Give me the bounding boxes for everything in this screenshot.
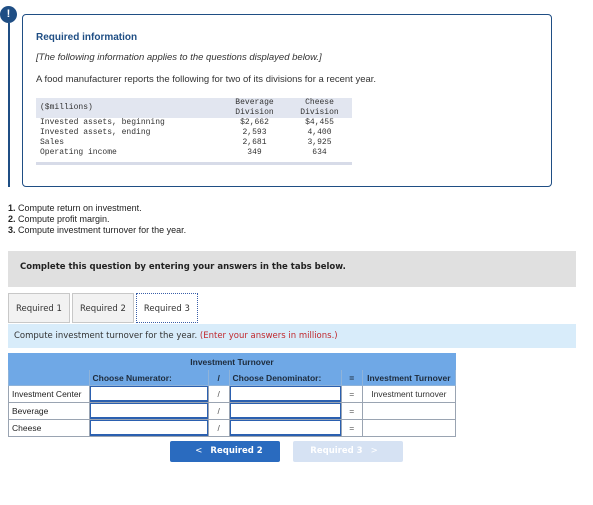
cheese-header-line1: Cheese <box>305 98 334 107</box>
turnover-header-row: Choose Numerator: / Choose Denominator: … <box>8 369 457 386</box>
row-label: Invested assets, ending <box>36 128 223 138</box>
result-header: Investment Turnover <box>361 369 457 386</box>
beverage-header-line2: Division <box>235 108 274 117</box>
info-text: A food manufacturer reports the followin… <box>36 74 377 85</box>
denominator-header: Choose Denominator: <box>228 369 342 386</box>
denominator-input[interactable] <box>229 420 341 436</box>
cheese-value: $4,455 <box>287 118 352 128</box>
question-list: 1. Compute return on investment. 2. Comp… <box>8 203 186 236</box>
result-label: Investment turnover <box>361 385 457 403</box>
turnover-row: Beverage / = <box>8 402 457 420</box>
beverage-value: $2,662 <box>222 118 287 128</box>
denominator-cell <box>228 419 342 437</box>
question-prompt: Compute investment turnover for the year… <box>8 324 576 348</box>
beverage-value: 2,593 <box>222 128 287 138</box>
row-label: Cheese <box>8 419 90 437</box>
turnover-row: Investment Center / = Investment turnove… <box>8 385 457 403</box>
info-title: Required information <box>36 32 138 43</box>
cheese-value: 3,925 <box>287 138 352 148</box>
previous-required-button[interactable]: < Required 2 <box>170 441 280 462</box>
row-label: Beverage <box>8 402 90 420</box>
tab-required-2[interactable]: Required 2 <box>71 293 134 323</box>
next-required-button[interactable]: Required 3 > <box>293 441 403 462</box>
numerator-input[interactable] <box>89 420 208 436</box>
instructions-bar: Complete this question by entering your … <box>8 251 576 287</box>
numerator-cell <box>88 419 209 437</box>
cheese-value: 634 <box>287 148 352 158</box>
data-table-row: Operating income 349 634 <box>36 148 352 158</box>
numerator-input[interactable] <box>89 386 208 402</box>
beverage-header: Beverage Division <box>222 98 287 118</box>
data-table-row: Invested assets, ending 2,593 4,400 <box>36 128 352 138</box>
row-label: Investment Center <box>8 385 90 403</box>
prompt-text: Compute investment turnover for the year… <box>14 331 200 341</box>
question-item: 2. Compute profit margin. <box>8 214 186 225</box>
cheese-header: Cheese Division <box>287 98 352 118</box>
data-table-padding <box>36 158 352 162</box>
divide-sign: / <box>207 385 230 403</box>
numerator-cell <box>88 402 209 420</box>
alert-icon: ! <box>0 6 17 23</box>
unit-label-text: ($millions) <box>40 103 93 112</box>
divide-header: / <box>207 369 230 386</box>
alert-line-divider <box>8 23 10 187</box>
row-label: Operating income <box>36 148 223 158</box>
question-item: 3. Compute investment turnover for the y… <box>8 225 186 236</box>
equals-sign: = <box>340 385 363 403</box>
result-cell <box>361 419 457 437</box>
data-table-row: Sales 2,681 3,925 <box>36 138 352 148</box>
divide-sign: / <box>207 402 230 420</box>
prompt-hint: (Enter your answers in millions.) <box>199 331 338 341</box>
denominator-input[interactable] <box>229 403 341 419</box>
previous-button-label: Required 2 <box>210 446 263 456</box>
beverage-value: 349 <box>222 148 287 158</box>
data-table-header-row: ($millions) Beverage Division Cheese Div… <box>36 98 352 118</box>
cheese-value: 4,400 <box>287 128 352 138</box>
beverage-header-line1: Beverage <box>235 98 274 107</box>
beverage-value: 2,681 <box>222 138 287 148</box>
tab-required-3[interactable]: Required 3 <box>135 293 198 323</box>
question-text: Compute profit margin. <box>15 214 110 224</box>
question-item: 1. Compute return on investment. <box>8 203 186 214</box>
investment-turnover-table: Investment Turnover Choose Numerator: / … <box>8 353 457 437</box>
denominator-input[interactable] <box>229 386 341 402</box>
question-number: 3. <box>8 225 16 235</box>
data-table-row: Invested assets, beginning $2,662 $4,455 <box>36 118 352 128</box>
question-number: 2. <box>8 214 16 224</box>
turnover-table-title: Investment Turnover <box>8 353 456 370</box>
numerator-cell <box>88 385 209 403</box>
divide-sign: / <box>207 419 230 437</box>
question-number: 1. <box>8 203 16 213</box>
equals-sign: = <box>340 402 363 420</box>
turnover-title-row: Investment Turnover <box>8 353 456 370</box>
chevron-right-icon: > <box>370 446 378 456</box>
question-text: Compute investment turnover for the year… <box>15 225 187 235</box>
blank-header <box>8 369 90 386</box>
row-label: Sales <box>36 138 223 148</box>
division-data-table: ($millions) Beverage Division Cheese Div… <box>36 98 352 165</box>
unit-label: ($millions) <box>36 98 223 118</box>
turnover-row: Cheese / = <box>8 419 457 437</box>
required-tabs: Required 1 Required 2 Required 3 <box>8 293 200 323</box>
equals-sign: = <box>340 419 363 437</box>
numerator-header: Choose Numerator: <box>88 369 209 386</box>
tab-required-1[interactable]: Required 1 <box>8 293 70 323</box>
result-cell <box>361 402 457 420</box>
denominator-cell <box>228 385 342 403</box>
cheese-header-line2: Division <box>300 108 339 117</box>
equals-header: = <box>340 369 363 386</box>
question-text: Compute return on investment. <box>15 203 142 213</box>
row-label: Invested assets, beginning <box>36 118 223 128</box>
next-button-label: Required 3 <box>310 446 363 456</box>
info-note: [The following information applies to th… <box>36 52 322 63</box>
denominator-cell <box>228 402 342 420</box>
chevron-left-icon: < <box>195 446 203 456</box>
numerator-input[interactable] <box>89 403 208 419</box>
